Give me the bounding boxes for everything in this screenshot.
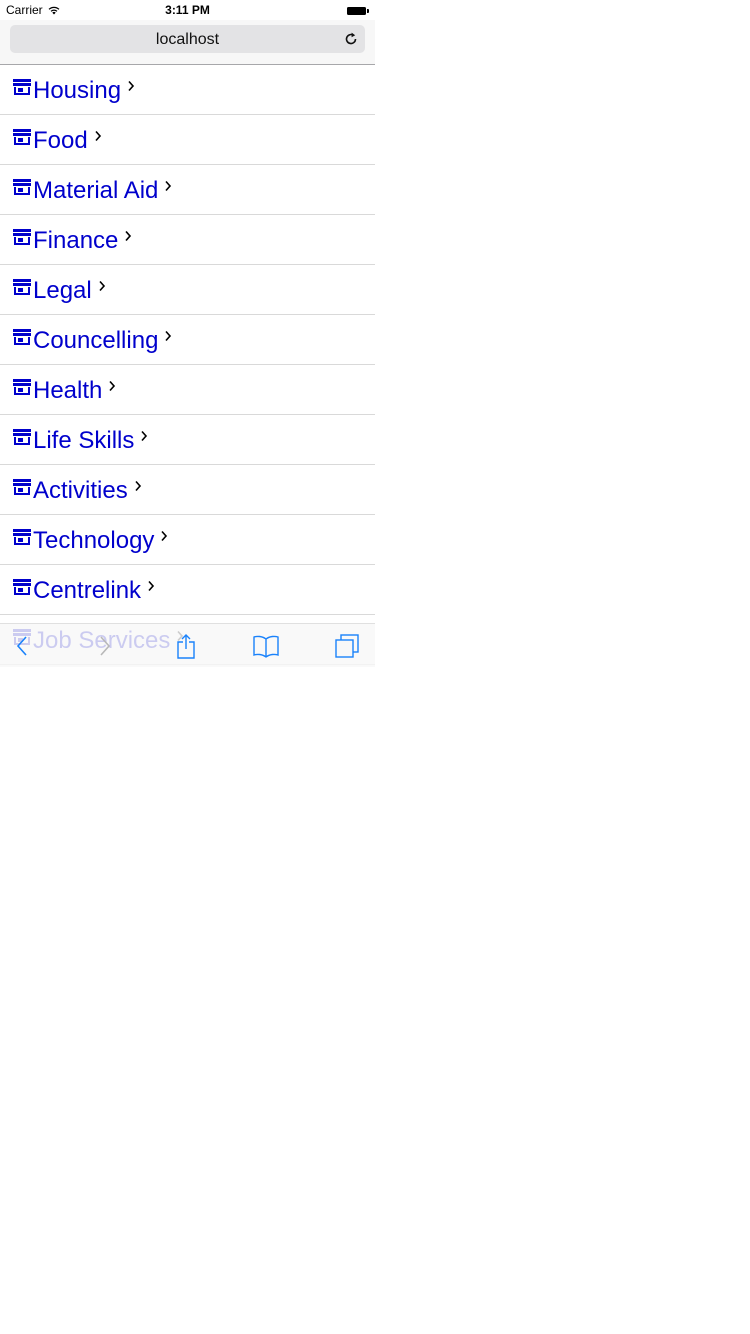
store-icon [13, 128, 31, 145]
chevron-right-icon [141, 430, 148, 441]
category-item[interactable]: Life Skills [0, 415, 375, 465]
category-label[interactable]: Finance [33, 228, 118, 253]
category-label[interactable]: Food [33, 128, 88, 153]
category-item[interactable]: Activities [0, 465, 375, 515]
chevron-right-icon [161, 530, 168, 541]
category-item[interactable]: Centrelink [0, 565, 375, 615]
category-label[interactable]: Activities [33, 478, 128, 503]
category-item[interactable]: Housing [0, 65, 375, 115]
back-icon [16, 636, 27, 656]
bookmarks-button[interactable] [252, 632, 280, 660]
chevron-right-icon [165, 180, 172, 191]
reload-icon[interactable] [343, 31, 359, 47]
category-label[interactable]: Material Aid [33, 178, 158, 203]
store-icon [13, 328, 31, 345]
tabs-button[interactable] [333, 632, 361, 660]
category-label[interactable]: Legal [33, 278, 92, 303]
category-item[interactable]: Legal [0, 265, 375, 315]
category-item[interactable]: Finance [0, 215, 375, 265]
browser-chrome: localhost [0, 20, 375, 65]
store-icon [13, 528, 31, 545]
chevron-right-icon [165, 330, 172, 341]
category-item[interactable]: Food [0, 115, 375, 165]
phone-screen: Carrier 3:11 PM localhost Housing Food Mat… [0, 0, 375, 667]
chevron-right-icon [135, 480, 141, 491]
bookmarks-icon [253, 635, 279, 658]
chevron-right-icon [148, 580, 155, 591]
browser-toolbar [0, 623, 375, 667]
chevron-right-icon [128, 80, 135, 91]
category-item[interactable]: Health [0, 365, 375, 415]
address-bar[interactable]: localhost [10, 25, 365, 53]
chevron-right-icon [99, 280, 105, 291]
status-time: 3:11 PM [165, 3, 210, 17]
category-item[interactable]: Councelling [0, 315, 375, 365]
tabs-icon [335, 634, 359, 658]
store-icon [13, 178, 31, 195]
store-icon [13, 228, 31, 245]
chevron-right-icon [109, 380, 116, 391]
forward-icon [100, 636, 111, 656]
category-label[interactable]: Life Skills [33, 428, 134, 453]
url-text[interactable]: localhost [10, 31, 365, 49]
share-icon [177, 634, 195, 659]
status-bar: Carrier 3:11 PM [0, 0, 375, 20]
store-icon [13, 278, 31, 295]
battery-icon [347, 6, 369, 15]
category-label[interactable]: Centrelink [33, 578, 141, 603]
forward-button[interactable] [91, 632, 119, 660]
chevron-right-icon [95, 130, 101, 141]
category-item[interactable]: Technology [0, 515, 375, 565]
category-label[interactable]: Housing [33, 78, 121, 103]
category-label[interactable]: Technology [33, 528, 154, 553]
category-item[interactable]: Material Aid [0, 165, 375, 215]
chevron-right-icon [125, 230, 132, 241]
store-icon [13, 378, 31, 395]
store-icon [13, 578, 31, 595]
store-icon [13, 78, 31, 95]
back-button[interactable] [8, 632, 36, 660]
store-icon [13, 428, 31, 445]
category-label[interactable]: Councelling [33, 328, 158, 353]
category-list: Housing Food Material Aid Finance Legal Counc… [0, 65, 375, 665]
store-icon [13, 478, 31, 495]
category-label[interactable]: Health [33, 378, 102, 403]
share-button[interactable] [172, 632, 200, 660]
